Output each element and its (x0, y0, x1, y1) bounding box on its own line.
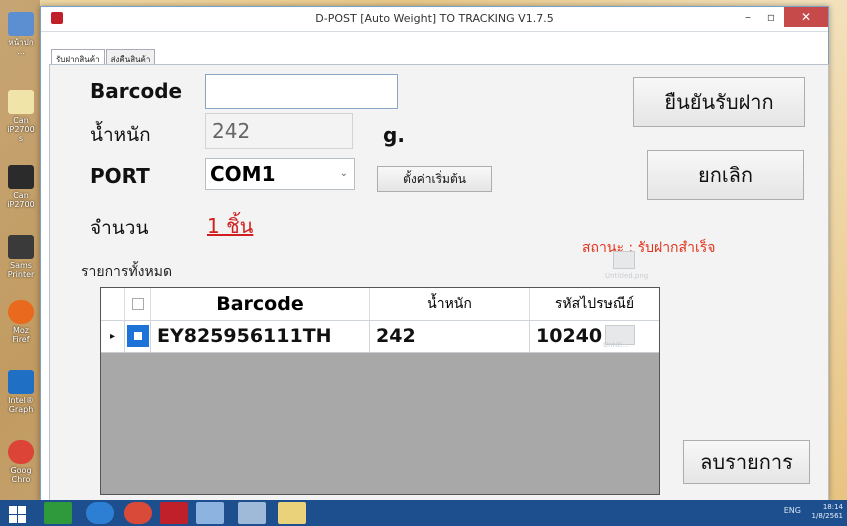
clock-date: 1/8/2561 (811, 512, 843, 520)
clock[interactable]: 18:14 1/8/2561 (812, 503, 843, 521)
row-barcode: EY825956111TH (151, 321, 370, 352)
column-barcode[interactable]: Barcode (151, 288, 370, 320)
tab-bar: รับฝากสินค้า ส่งคืนสินค้า (51, 47, 156, 69)
barcode-input[interactable] (205, 74, 398, 109)
internet-explorer-icon[interactable] (86, 502, 114, 524)
intel-graphics-icon (8, 370, 34, 394)
maximize-button[interactable]: ▫ (760, 7, 782, 27)
desktop-icon-6[interactable]: Intel® Graph (4, 370, 38, 414)
row-checkbox[interactable] (127, 325, 149, 347)
chrome-icon[interactable] (124, 502, 152, 524)
cancel-button[interactable]: ยกเลิก (647, 150, 804, 200)
status-text: สถานะ : รับฝากสำเร็จ (582, 240, 716, 256)
desktop-icon-1[interactable]: หน้าปก ... (4, 12, 38, 56)
document-icon (8, 12, 34, 36)
desktop-icon-2[interactable]: Can iP2700 s (4, 90, 38, 143)
ghost-file-label: Untitl... (603, 341, 629, 349)
port-value: COM1 (210, 162, 276, 186)
system-tray-language[interactable]: ENG (784, 506, 801, 515)
weight-label: น้ำหนัก (90, 124, 151, 146)
grid-header-blank (101, 288, 125, 320)
desktop-icon-label: หน้าปก ... (8, 38, 34, 56)
grid-header: Barcode น้ำหนัก รหัสไปรษณีย์ (101, 288, 659, 321)
chrome-icon (8, 440, 34, 464)
row-select-cell[interactable] (125, 321, 151, 352)
ghost-file-label: Untitled.png (605, 272, 649, 280)
dpost-app-icon[interactable] (160, 502, 188, 524)
close-button[interactable]: ✕ (784, 7, 828, 27)
desktop-icon-4[interactable]: Sams Printer (4, 235, 38, 279)
title-bar[interactable]: D-POST [Auto Weight] TO TRACKING V1.7.5 … (41, 7, 828, 32)
file-explorer-icon[interactable] (44, 502, 72, 524)
desktop-icon-label: Sams Printer (7, 261, 35, 279)
start-button[interactable] (0, 500, 32, 526)
firefox-icon (8, 300, 34, 324)
taskbar: ENG 18:14 1/8/2561 (0, 500, 847, 526)
column-postcode[interactable]: รหัสไปรษณีย์ (530, 288, 659, 320)
count-value: 1 ชิ้น (207, 214, 254, 238)
chevron-down-icon: ⌄ (339, 168, 348, 179)
app-window: D-POST [Auto Weight] TO TRACKING V1.7.5 … (40, 6, 829, 502)
weight-unit: g. (383, 123, 405, 147)
list-group-label: รายการทั้งหมด (81, 264, 173, 280)
items-grid: Barcode น้ำหนัก รหัสไปรษณีย์ ▸ EY8259561… (100, 287, 660, 495)
count-label: จำนวน (90, 217, 149, 239)
printer-icon (8, 235, 34, 259)
minimize-button[interactable]: – (736, 7, 760, 27)
printer-icon (8, 90, 34, 114)
weight-field: 242 (205, 113, 353, 149)
column-weight[interactable]: น้ำหนัก (370, 288, 530, 320)
desktop-icon-3[interactable]: Can iP2700 (4, 165, 38, 209)
desktop-icon-label: Moz Firef (12, 326, 30, 344)
windows-logo-icon (18, 506, 26, 514)
reset-defaults-button[interactable]: ตั้งค่าเริ่มต้น (377, 166, 492, 192)
desktop-icon-label: Intel® Graph (8, 396, 34, 414)
confirm-button[interactable]: ยืนยันรับฝาก (633, 77, 805, 127)
windows-logo-icon (18, 515, 26, 523)
row-weight: 242 (370, 321, 530, 352)
desktop-icon-label: Can iP2700 s (7, 116, 35, 143)
desktop-icon-label: Can iP2700 (7, 191, 35, 209)
row-pointer-icon: ▸ (101, 321, 125, 352)
folder-icon[interactable] (278, 502, 306, 524)
desktop-icon-strip: หน้าปก ... Can iP2700 s Can iP2700 Sams … (0, 0, 40, 500)
printer-icon (8, 165, 34, 189)
file-icon (613, 251, 635, 269)
barcode-label: Barcode (90, 79, 183, 103)
desktop-icon-5[interactable]: Moz Firef (4, 300, 38, 344)
desktop-icon-7[interactable]: Goog Chro (4, 440, 38, 484)
windows-logo-icon (9, 506, 17, 514)
port-select[interactable]: COM1 ⌄ (205, 158, 355, 190)
clock-time: 18:14 (822, 503, 843, 511)
paint-icon[interactable] (196, 502, 224, 524)
table-row[interactable]: ▸ EY825956111TH 242 10240 Untitl... (101, 321, 659, 353)
row-postcode: 10240 (536, 325, 603, 347)
window-title: D-POST [Auto Weight] TO TRACKING V1.7.5 (315, 12, 554, 25)
select-all-checkbox[interactable] (132, 298, 144, 310)
windows-logo-icon (9, 515, 17, 523)
document-icon[interactable] (238, 502, 266, 524)
delete-item-button[interactable]: ลบรายการ (683, 440, 810, 484)
port-label: PORT (90, 164, 150, 188)
grid-header-select[interactable] (125, 288, 151, 320)
tab-panel: Barcode น้ำหนัก 242 g. PORT COM1 ⌄ ตั้งค… (49, 64, 829, 502)
desktop-icon-label: Goog Chro (10, 466, 32, 484)
